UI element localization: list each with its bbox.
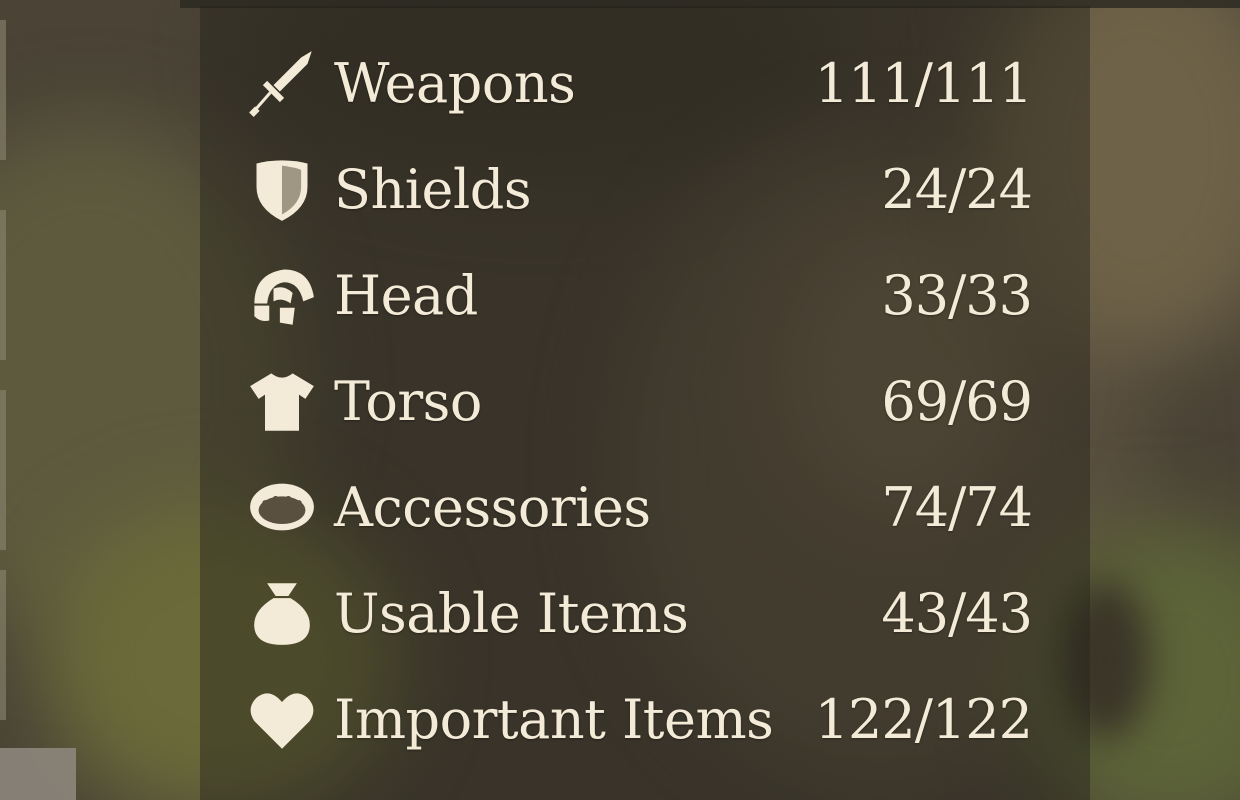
category-row-usable-items[interactable]: Usable Items 43/43 [248,560,1033,666]
category-count: 69/69 [881,369,1033,433]
category-row-weapons[interactable]: Weapons 111/111 [248,30,1033,136]
category-count: 111/111 [814,51,1033,115]
sword-icon [248,48,334,118]
category-label: Weapons [334,51,576,115]
category-row-head[interactable]: Head 33/33 [248,242,1033,348]
helmet-icon [248,260,334,330]
category-count: 122/122 [814,687,1033,751]
category-row-accessories[interactable]: Accessories 74/74 [248,454,1033,560]
category-row-shields[interactable]: Shields 24/24 [248,136,1033,242]
category-label: Torso [334,369,482,433]
ring-icon [248,472,334,542]
corner-tile [0,748,76,800]
category-row-important-items[interactable]: Important Items 122/122 [248,666,1033,772]
category-label: Accessories [334,475,651,539]
category-row-torso[interactable]: Torso 69/69 [248,348,1033,454]
shield-icon [248,154,334,224]
tunic-icon [248,366,334,436]
category-count: 33/33 [881,263,1033,327]
collection-category-list: Weapons 111/111 Shields 24/24 Head 33/33 [248,30,1033,772]
category-label: Shields [334,157,532,221]
category-label: Usable Items [334,581,689,645]
pouch-icon [248,578,334,648]
category-count: 43/43 [881,581,1033,645]
category-label: Head [334,263,478,327]
category-label: Important Items [334,687,774,751]
heart-icon [248,684,334,754]
category-count: 74/74 [881,475,1033,539]
category-count: 24/24 [881,157,1033,221]
